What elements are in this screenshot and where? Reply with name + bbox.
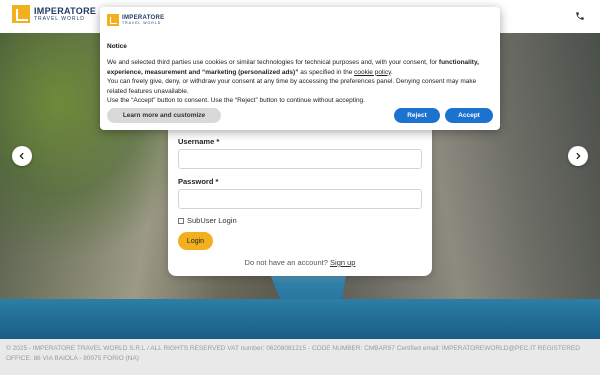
logo-name: IMPERATORE bbox=[34, 5, 97, 16]
notice-body: We and selected third parties use cookie… bbox=[107, 58, 493, 106]
phone-icon[interactable] bbox=[572, 8, 588, 24]
cookie-notice-dialog: IMPERATORE TRAVEL WORLD Notice We and se… bbox=[100, 7, 500, 130]
accept-button[interactable]: Accept bbox=[445, 108, 493, 123]
password-input[interactable] bbox=[178, 189, 422, 209]
footer: © 2025 - IMPERATORE TRAVEL WORLD S.R.L /… bbox=[0, 339, 600, 375]
signup-row: Do not have an account? Sign up bbox=[168, 258, 432, 267]
password-label: Password * bbox=[178, 177, 219, 186]
notice-paragraph-2: You can freely give, deny, or withdraw y… bbox=[107, 78, 477, 95]
learn-more-button[interactable]: Learn more and customize bbox=[107, 108, 221, 123]
notice-logo: IMPERATORE TRAVEL WORLD bbox=[107, 14, 164, 26]
notice-paragraph-3: Use the “Accept” button to consent. Use … bbox=[107, 97, 365, 104]
chevron-left-icon bbox=[19, 152, 24, 160]
logo-subtitle: TRAVEL WORLD bbox=[122, 20, 162, 25]
logo-subtitle: TRAVEL WORLD bbox=[34, 15, 85, 22]
chevron-right-icon bbox=[576, 152, 581, 160]
logo-name: IMPERATORE bbox=[122, 14, 165, 21]
sea bbox=[0, 299, 600, 339]
username-input[interactable] bbox=[178, 149, 422, 169]
cookie-policy-link[interactable]: cookie policy bbox=[354, 69, 391, 76]
carousel-next-button[interactable] bbox=[568, 146, 588, 166]
logo-icon bbox=[12, 5, 30, 23]
subuser-checkbox-row[interactable]: SubUser Login bbox=[178, 216, 237, 225]
signup-prompt: Do not have an account? bbox=[244, 258, 328, 267]
reject-button[interactable]: Reject bbox=[394, 108, 440, 123]
site-logo[interactable]: IMPERATORE TRAVEL WORLD bbox=[12, 5, 96, 23]
subuser-label: SubUser Login bbox=[187, 216, 237, 225]
username-label: Username * bbox=[178, 137, 220, 146]
logo-icon bbox=[107, 14, 119, 26]
carousel-prev-button[interactable] bbox=[12, 146, 32, 166]
subuser-checkbox[interactable] bbox=[178, 217, 184, 224]
signup-link[interactable]: Sign up bbox=[330, 258, 355, 267]
footer-text: © 2025 - IMPERATORE TRAVEL WORLD S.R.L /… bbox=[6, 345, 580, 362]
notice-title: Notice bbox=[107, 43, 127, 50]
login-button[interactable]: Login bbox=[178, 232, 213, 250]
notice-paragraph-1: We and selected third parties use cookie… bbox=[107, 59, 479, 76]
